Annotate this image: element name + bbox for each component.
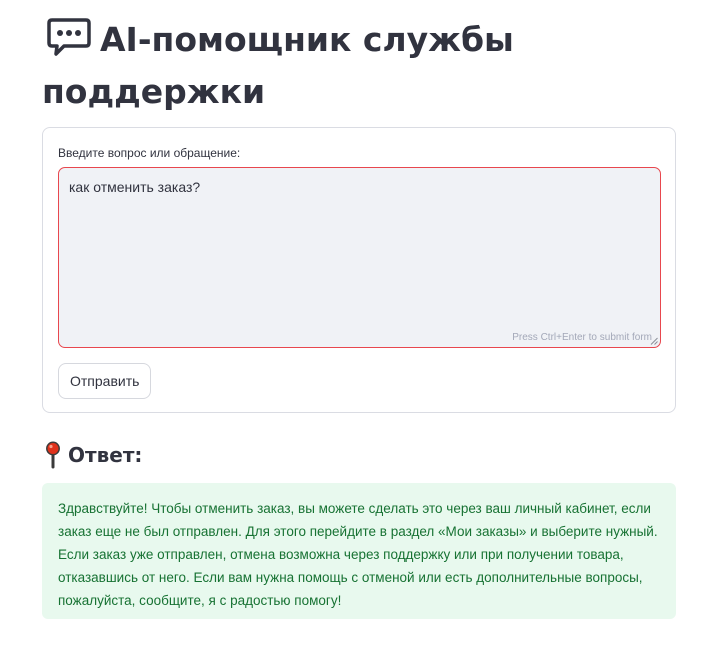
resize-handle-icon[interactable]	[650, 337, 658, 345]
submit-button[interactable]: Отправить	[58, 363, 152, 399]
page-title-row: AI-помощник службы поддержки	[42, 14, 676, 118]
answer-heading: Ответ:	[68, 443, 143, 467]
speech-bubble-icon	[47, 18, 91, 56]
question-input-wrapper: Press Ctrl+Enter to submit form	[58, 167, 661, 348]
answer-message: Здравствуйте! Чтобы отменить заказ, вы м…	[42, 483, 676, 619]
submit-hint: Press Ctrl+Enter to submit form	[512, 332, 652, 343]
question-form: Введите вопрос или обращение: Press Ctrl…	[42, 127, 676, 413]
question-label: Введите вопрос или обращение:	[58, 146, 241, 160]
round-pushpin-icon	[46, 441, 60, 469]
app-page: AI-помощник службы поддержки Введите воп…	[42, 0, 676, 619]
question-input[interactable]	[59, 168, 660, 347]
answer-heading-row: Ответ:	[42, 440, 142, 470]
page-title: AI-помощник службы поддержки	[42, 20, 514, 111]
